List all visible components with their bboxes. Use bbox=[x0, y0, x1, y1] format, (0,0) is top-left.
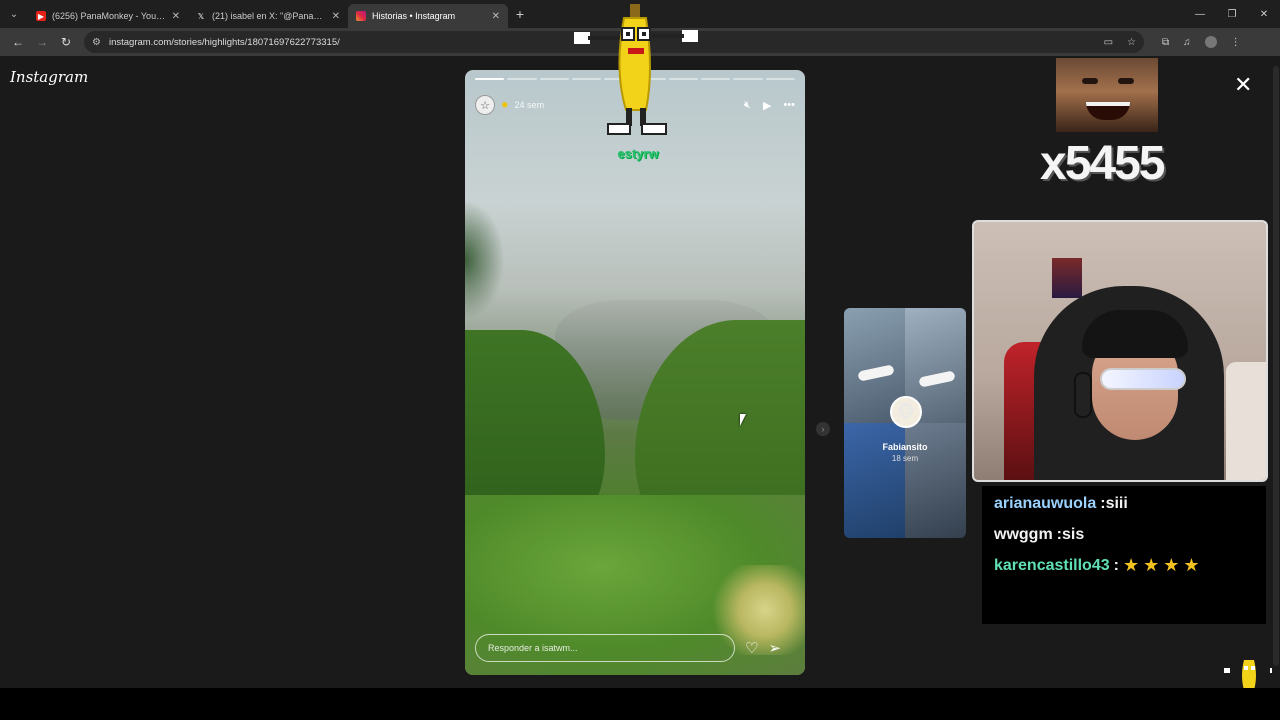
mute-icon[interactable]: 🔇︎ bbox=[744, 99, 751, 112]
meme-mouth bbox=[1086, 102, 1130, 120]
bookmark-star-icon[interactable]: ☆ bbox=[1127, 37, 1136, 48]
close-window-icon[interactable]: ✕ bbox=[1248, 0, 1280, 28]
reload-button[interactable]: ↻ bbox=[54, 30, 78, 54]
profile-avatar[interactable] bbox=[1204, 36, 1217, 48]
preview-photo bbox=[905, 423, 966, 538]
laughing-meme-image bbox=[1056, 58, 1158, 132]
preview-time: 18 sem bbox=[891, 454, 919, 463]
preview-photo bbox=[844, 423, 905, 538]
forward-button[interactable]: → bbox=[30, 30, 54, 54]
meme-eye bbox=[1082, 78, 1098, 84]
instagram-logo[interactable]: Instagram bbox=[10, 68, 88, 86]
play-icon[interactable]: ▶ bbox=[763, 99, 771, 112]
progress-segment bbox=[507, 78, 537, 80]
headset-image bbox=[1074, 372, 1092, 418]
chat-message: wwggm : sis bbox=[994, 519, 1254, 550]
more-options-icon[interactable]: ••• bbox=[783, 99, 795, 112]
progress-segment bbox=[539, 78, 569, 80]
reply-input[interactable]: Responder a isatwm... bbox=[475, 634, 735, 662]
media-controls-icon[interactable]: ♫ bbox=[1183, 37, 1191, 48]
youtube-icon: ▶ bbox=[36, 11, 46, 21]
streamer-webcam bbox=[972, 220, 1268, 482]
overlay-counter: x5455 bbox=[1040, 137, 1165, 190]
progress-segment bbox=[701, 78, 731, 80]
send-icon[interactable]: ➢ bbox=[768, 639, 781, 657]
scrollbar-thumb[interactable] bbox=[1273, 66, 1279, 666]
chat-username: karencastillo43 bbox=[994, 556, 1110, 574]
palm-tree-image bbox=[465, 200, 505, 320]
sun-emoji-icon: ✹ bbox=[501, 99, 509, 110]
close-icon[interactable]: ✕ bbox=[172, 11, 180, 22]
reply-bar: Responder a isatwm... ♡ ➢ bbox=[475, 633, 795, 663]
extensions-icon[interactable]: ⧉ bbox=[1162, 37, 1169, 48]
chat-username: arianauwuola bbox=[994, 494, 1097, 512]
monkey-avatar-icon: 🐵 bbox=[890, 396, 922, 428]
sunglasses-image bbox=[1100, 368, 1186, 390]
couch-image bbox=[1226, 362, 1266, 480]
tab-search-button[interactable]: ⌄ bbox=[0, 0, 28, 28]
chat-username: wwggm bbox=[994, 525, 1053, 543]
highlight-star-icon[interactable]: ☆ bbox=[475, 95, 495, 115]
cast-icon[interactable]: ▭ bbox=[1104, 37, 1113, 48]
banana-overlay-label: estyrw bbox=[617, 146, 659, 161]
back-button[interactable]: ← bbox=[6, 30, 30, 54]
close-icon[interactable]: ✕ bbox=[492, 11, 500, 22]
page-scrollbar[interactable] bbox=[1272, 56, 1280, 688]
story-time: 24 sem bbox=[514, 100, 545, 110]
mouse-cursor-icon bbox=[740, 414, 746, 426]
star-emotes-icon: ★★★★ bbox=[1122, 555, 1204, 575]
tab-title: (21) isabel en X: "@PanaMonke bbox=[212, 11, 326, 21]
minimize-icon[interactable]: — bbox=[1184, 0, 1216, 28]
restore-icon[interactable]: ❐ bbox=[1216, 0, 1248, 28]
letterbox-bar bbox=[0, 688, 1280, 720]
tab-title: (6256) PanaMonkey - YouTube bbox=[52, 11, 166, 21]
chat-message: arianauwuola : siii bbox=[994, 488, 1254, 519]
x-icon: 𝕏 bbox=[197, 11, 205, 21]
wall-poster-image bbox=[1052, 258, 1082, 298]
like-heart-icon[interactable]: ♡ bbox=[745, 639, 758, 657]
preview-username: Fabiansito bbox=[882, 442, 928, 452]
menu-kebab-icon[interactable]: ⋮ bbox=[1231, 37, 1241, 48]
chat-text: siii bbox=[1105, 494, 1128, 512]
chat-separator: : bbox=[1113, 556, 1119, 574]
tab-x[interactable]: 𝕏 (21) isabel en X: "@PanaMonke ✕ bbox=[188, 4, 348, 28]
window-controls: — ❐ ✕ bbox=[1184, 0, 1280, 28]
progress-segment bbox=[765, 78, 795, 80]
site-info-icon[interactable]: ⚙ bbox=[92, 37, 101, 48]
instagram-icon bbox=[356, 11, 366, 21]
sunglasses-image bbox=[857, 364, 895, 382]
tab-title: Historias • Instagram bbox=[372, 11, 456, 21]
progress-segment bbox=[475, 78, 505, 80]
next-story-preview[interactable]: 🐵 Fabiansito 18 sem bbox=[844, 308, 966, 538]
dancing-banana-image bbox=[574, 4, 698, 135]
close-icon[interactable]: ✕ bbox=[332, 11, 340, 22]
progress-segment bbox=[733, 78, 763, 80]
next-story-chevron-icon[interactable]: › bbox=[816, 422, 830, 436]
stream-chat: arianauwuola : siii wwggm : sis karencas… bbox=[982, 486, 1266, 624]
chat-message: karencastillo43 : ★★★★ bbox=[994, 550, 1254, 581]
hair-image bbox=[1082, 310, 1188, 358]
chat-text: sis bbox=[1062, 525, 1085, 543]
new-tab-button[interactable]: + bbox=[508, 6, 532, 22]
tab-youtube[interactable]: ▶ (6256) PanaMonkey - YouTube ✕ bbox=[28, 4, 188, 28]
meme-eye bbox=[1118, 78, 1134, 84]
sunglasses-image bbox=[918, 370, 956, 388]
tab-instagram[interactable]: Historias • Instagram ✕ bbox=[348, 4, 508, 28]
close-stories-icon[interactable]: ✕ bbox=[1234, 72, 1252, 98]
